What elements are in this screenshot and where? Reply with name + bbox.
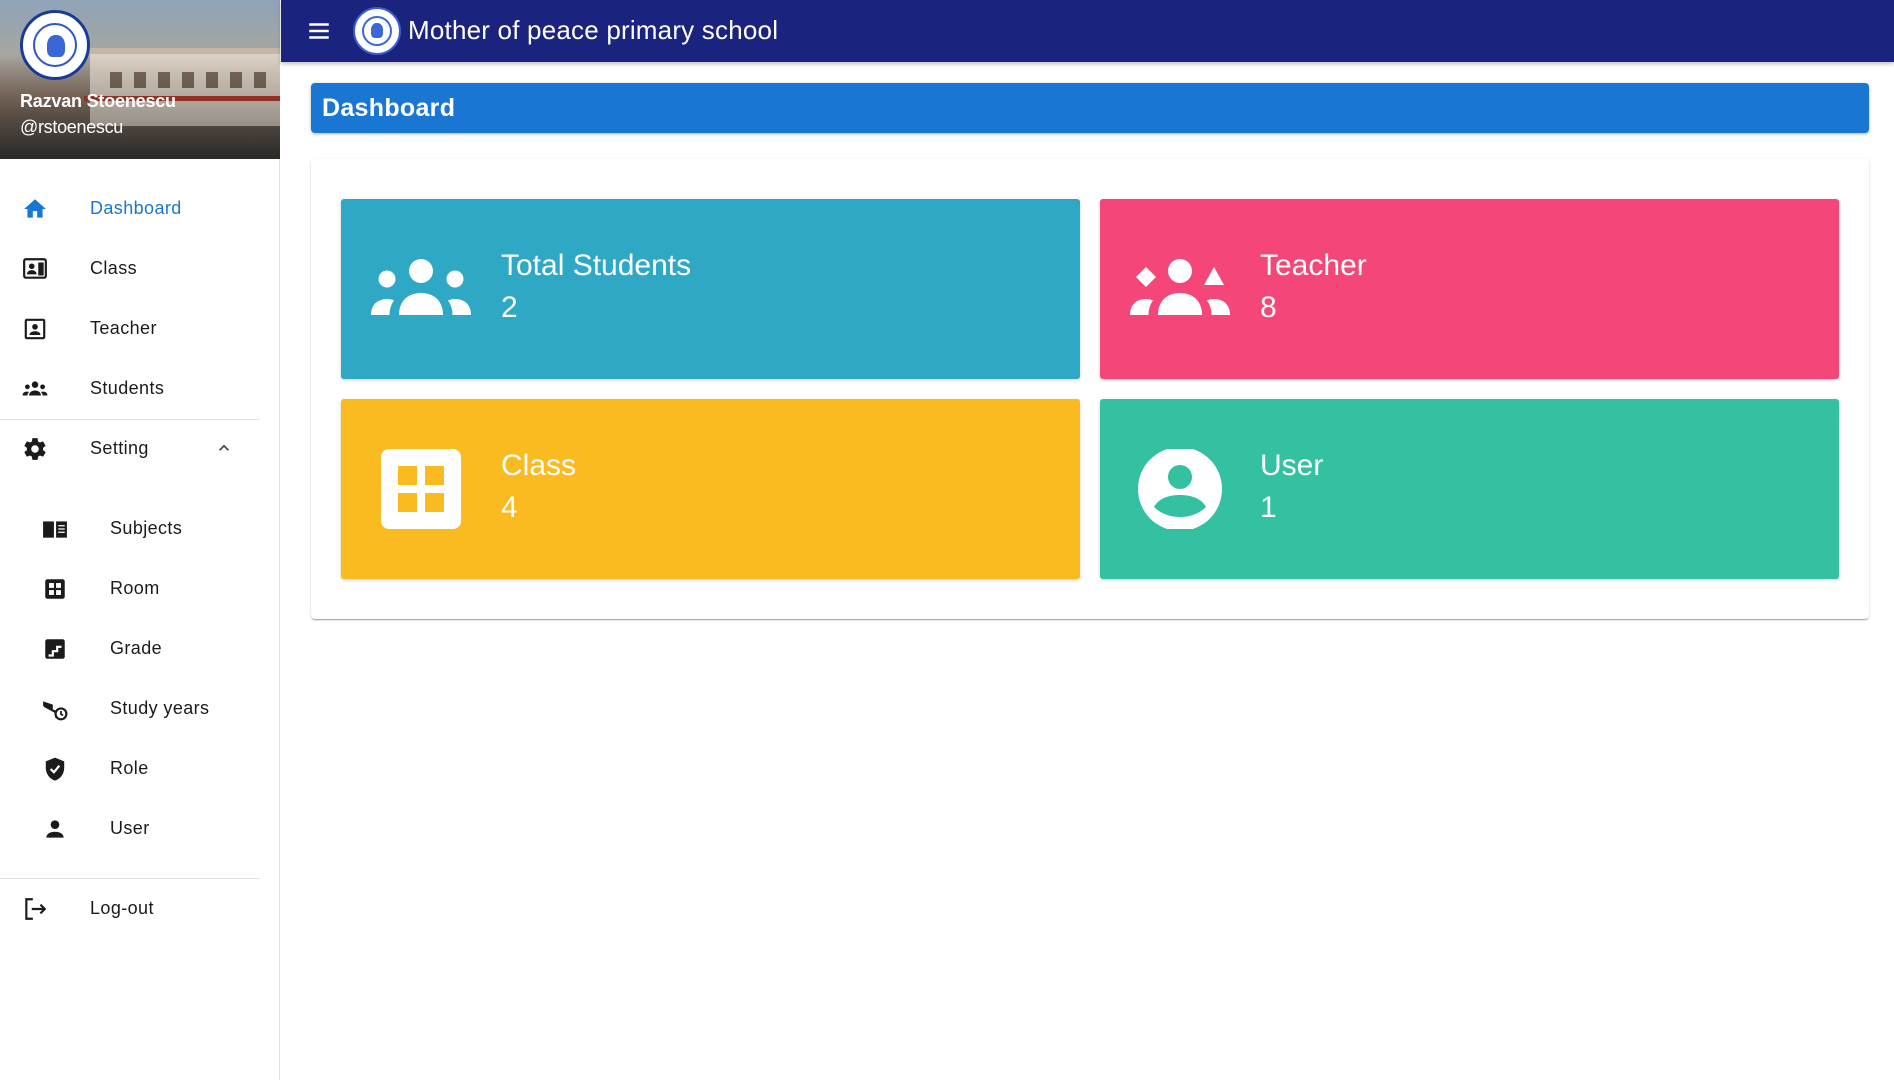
group-icon [22,381,48,396]
sidebar-item-label: Room [110,577,160,598]
stats-panel: Total Students 2 Teacher 8 Class 4 User … [311,159,1869,619]
grid-icon [381,449,461,529]
sidebar-item-label: User [110,817,150,838]
person-icon [46,820,64,838]
sidebar-item-label: Students [90,377,165,398]
sidebar-item-label: Grade [110,637,163,658]
sidebar-divider [0,878,260,879]
diversity-icon [1130,259,1230,315]
sidebar-item-label: Subjects [110,517,183,538]
stat-card-class[interactable]: Class 4 [341,399,1080,579]
app-title: Mother of peace primary school [408,15,779,45]
stat-count: 1 [1260,491,1277,524]
stat-count: 4 [501,491,518,524]
sidebar-item-label: Study years [110,697,210,718]
sidebar-item-class[interactable]: Class [0,240,260,296]
stat-card-teacher[interactable]: Teacher 8 [1100,199,1839,379]
stat-card-total-students[interactable]: Total Students 2 [341,199,1080,379]
sidebar-item-dashboard[interactable]: Dashboard [0,180,260,236]
schedule-icon [43,701,68,721]
book-icon [43,520,67,539]
sidebar-item-label: Teacher [90,317,157,338]
sidebar-item-students[interactable]: Students [0,360,260,416]
stat-title: User [1260,449,1324,482]
stat-card-user[interactable]: User 1 [1100,399,1839,579]
sidebar-item-teacher[interactable]: Teacher [0,300,260,356]
stat-title: Teacher [1260,249,1367,282]
sidebar: Razvan Stoenescu @rstoenescu Dashboard C… [0,0,280,1080]
app-bar: Mother of peace primary school [281,0,1894,62]
profile-name: Razvan Stoenescu [20,91,176,111]
sidebar-item-logout[interactable]: Log-out [0,880,260,936]
home-icon [24,199,46,218]
grid-icon [45,579,65,599]
sidebar-item-subjects[interactable]: Subjects [0,500,260,556]
menu-icon[interactable] [305,18,333,44]
sidebar-item-setting[interactable]: Setting [0,420,260,476]
contact-card-icon [24,318,46,340]
sidebar-item-user[interactable]: User [0,800,260,856]
chevron-up-icon[interactable] [214,438,234,458]
sidebar-item-grade[interactable]: Grade [0,620,260,676]
stairs-icon [45,639,65,659]
sidebar-item-label: Role [110,757,149,778]
gear-icon [24,438,46,460]
account-circle-icon [1138,449,1222,529]
sidebar-item-study-years[interactable]: Study years [0,680,260,736]
sidebar-item-room[interactable]: Room [0,560,260,616]
sidebar-item-role[interactable]: Role [0,740,260,796]
groups-icon [371,259,471,315]
school-logo [353,7,401,55]
school-logo [20,10,90,80]
page-title: Dashboard [322,94,456,122]
sidebar-item-label: Class [90,257,138,278]
page-header: Dashboard [311,83,1869,133]
stat-title: Class [501,449,577,482]
stat-count: 2 [501,291,518,324]
profile-handle: @rstoenescu [20,117,124,137]
logout-icon [25,898,47,920]
shield-icon [45,757,65,781]
profile-banner: Razvan Stoenescu @rstoenescu [0,0,280,159]
stat-count: 8 [1260,291,1277,324]
class-badge-icon [23,258,47,279]
sidebar-item-label: Setting [90,437,149,458]
sidebar-item-label: Dashboard [90,197,182,218]
stat-title: Total Students [501,249,692,282]
sidebar-item-label: Log-out [90,897,154,918]
